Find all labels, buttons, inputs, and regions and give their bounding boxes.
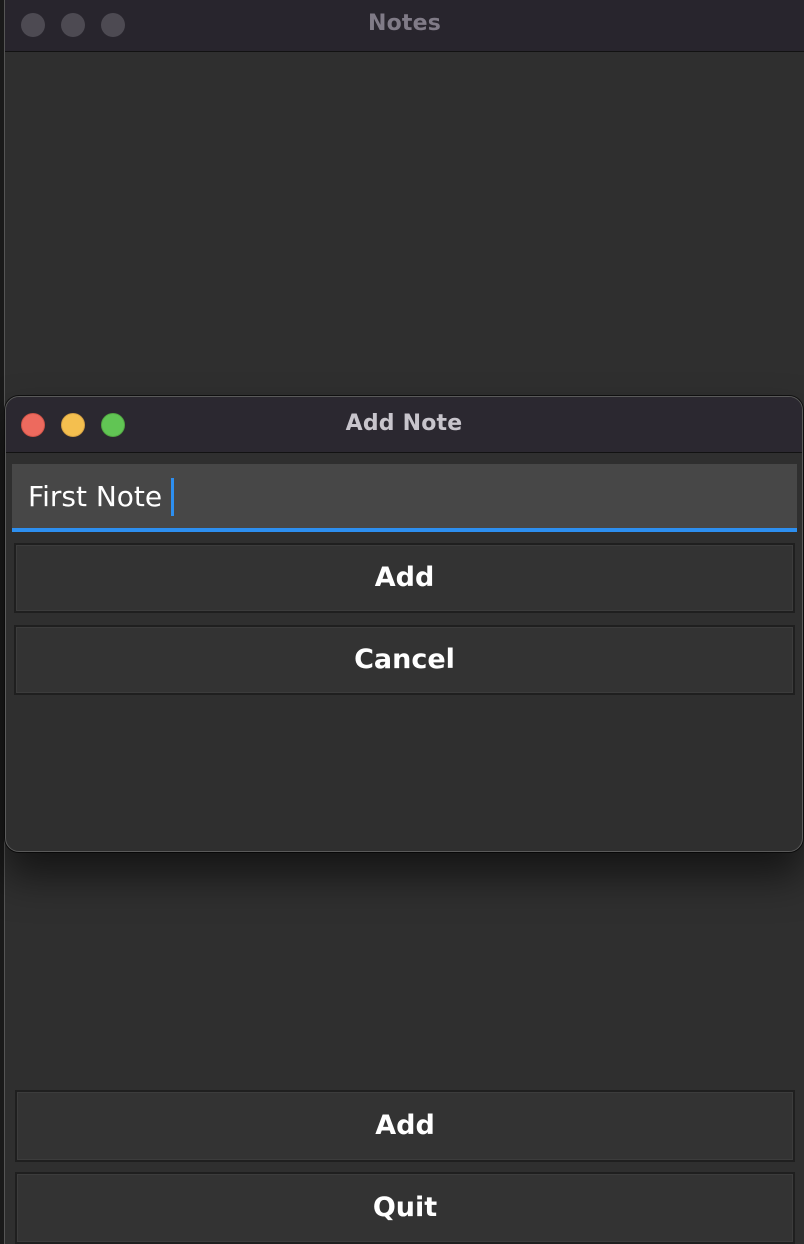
note-input[interactable]	[12, 464, 797, 528]
dialog-titlebar: Add Note	[6, 397, 802, 453]
text-caret	[171, 478, 174, 516]
notes-titlebar: Notes	[5, 0, 804, 52]
add-button[interactable]: Add	[15, 1090, 795, 1162]
window-title: Notes	[367, 11, 442, 36]
cancel-button[interactable]: Cancel	[14, 625, 795, 695]
dialog-title: Add Note	[345, 411, 463, 436]
note-field[interactable]	[12, 464, 797, 532]
quit-button[interactable]: Quit	[15, 1172, 795, 1244]
dialog-add-button[interactable]: Add	[14, 543, 795, 613]
add-note-dialog: Add Note Add Cancel	[5, 396, 803, 852]
